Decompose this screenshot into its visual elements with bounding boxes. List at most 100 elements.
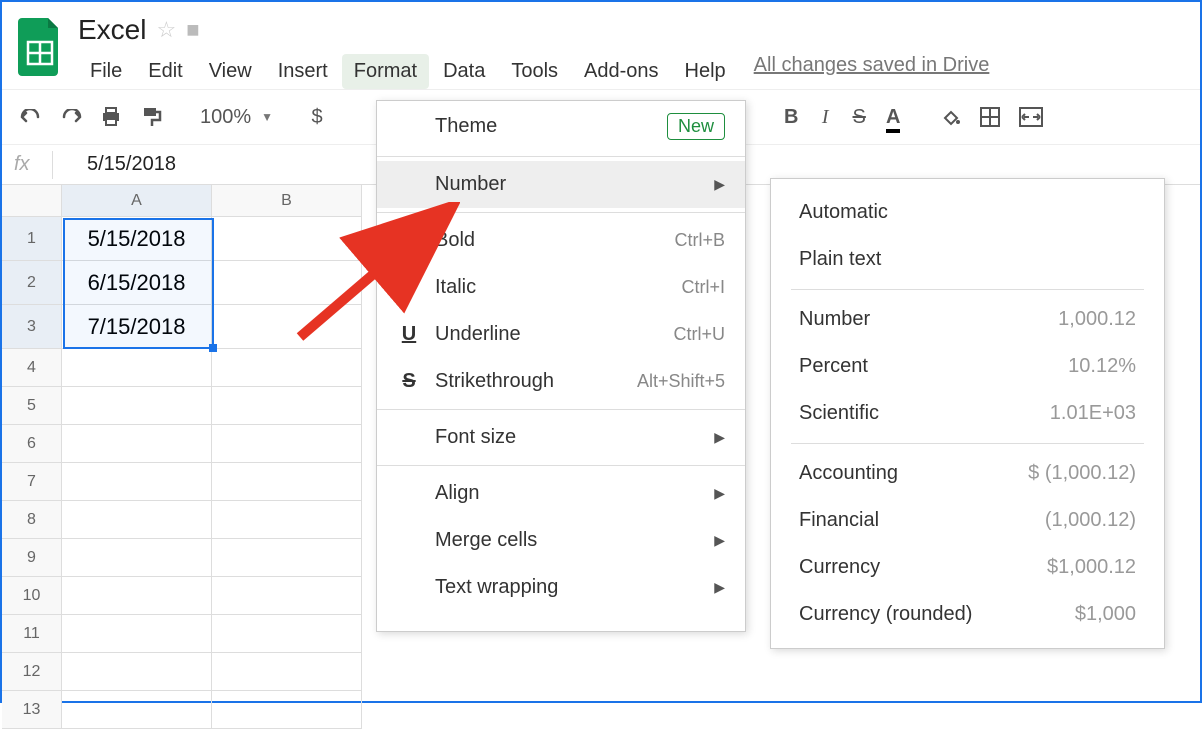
cell[interactable] <box>62 349 212 387</box>
menu-data[interactable]: Data <box>431 54 497 89</box>
format-italic[interactable]: I Italic Ctrl+I <box>377 264 745 311</box>
redo-button[interactable] <box>54 105 88 129</box>
format-wrap[interactable]: Text wrapping ▶ <box>377 564 745 611</box>
doc-title[interactable]: Excel <box>78 14 146 46</box>
italic-button[interactable]: I <box>811 102 839 133</box>
cell[interactable] <box>62 539 212 577</box>
example: 1.01E+03 <box>1050 402 1136 425</box>
example: $1,000 <box>1075 603 1136 626</box>
row-header[interactable]: 12 <box>2 653 62 691</box>
cell-a3[interactable]: 7/15/2018 <box>62 305 212 349</box>
number-label: Number <box>435 173 700 196</box>
row-header[interactable]: 1 <box>2 217 62 261</box>
row-header[interactable]: 8 <box>2 501 62 539</box>
cell[interactable] <box>212 387 362 425</box>
cell[interactable] <box>62 425 212 463</box>
number-percent[interactable]: Percent 10.12% <box>771 343 1164 390</box>
cell[interactable] <box>212 691 362 729</box>
folder-icon[interactable]: ■ <box>186 17 199 43</box>
cell[interactable] <box>212 349 362 387</box>
row-header[interactable]: 10 <box>2 577 62 615</box>
number-automatic[interactable]: Automatic <box>771 189 1164 236</box>
cell-b1[interactable] <box>212 217 362 261</box>
select-all-corner[interactable] <box>2 185 62 217</box>
saved-status[interactable]: All changes saved in Drive <box>754 54 990 89</box>
strike-button[interactable]: S <box>845 102 873 133</box>
cell-b3[interactable] <box>212 305 362 349</box>
borders-button[interactable] <box>973 102 1007 132</box>
format-underline[interactable]: U Underline Ctrl+U <box>377 311 745 358</box>
format-align[interactable]: Align ▶ <box>377 470 745 517</box>
cell[interactable] <box>212 501 362 539</box>
number-plaintext[interactable]: Plain text <box>771 236 1164 283</box>
row-header[interactable]: 6 <box>2 425 62 463</box>
format-fontsize[interactable]: Font size ▶ <box>377 414 745 461</box>
underline-label: Underline <box>435 323 659 346</box>
number-number[interactable]: Number 1,000.12 <box>771 296 1164 343</box>
cell-a2[interactable]: 6/15/2018 <box>62 261 212 305</box>
paint-format-button[interactable] <box>134 102 168 132</box>
chevron-down-icon: ▼ <box>261 110 273 124</box>
example: (1,000.12) <box>1045 509 1136 532</box>
format-number[interactable]: Number ▶ <box>377 161 745 208</box>
number-accounting[interactable]: Accounting $ (1,000.12) <box>771 450 1164 497</box>
star-icon[interactable]: ☆ <box>156 17 176 43</box>
cell[interactable] <box>62 615 212 653</box>
number-financial[interactable]: Financial (1,000.12) <box>771 497 1164 544</box>
row-header[interactable]: 3 <box>2 305 62 349</box>
sheets-logo[interactable] <box>14 16 66 78</box>
number-scientific[interactable]: Scientific 1.01E+03 <box>771 390 1164 437</box>
menu-edit[interactable]: Edit <box>136 54 194 89</box>
undo-button[interactable] <box>14 105 48 129</box>
format-strikethrough[interactable]: S Strikethrough Alt+Shift+5 <box>377 358 745 405</box>
format-theme[interactable]: Theme New <box>377 101 745 152</box>
number-currency-rounded[interactable]: Currency (rounded) $1,000 <box>771 591 1164 638</box>
menu-tools[interactable]: Tools <box>499 54 570 89</box>
cell[interactable] <box>62 463 212 501</box>
menubar: File Edit View Insert Format Data Tools … <box>78 46 989 89</box>
col-header-a[interactable]: A <box>62 185 212 217</box>
label: Percent <box>799 355 868 378</box>
format-merge[interactable]: Merge cells ▶ <box>377 517 745 564</box>
formula-input[interactable]: 5/15/2018 <box>87 153 176 176</box>
row-header[interactable]: 7 <box>2 463 62 501</box>
row-header[interactable]: 9 <box>2 539 62 577</box>
example: 10.12% <box>1068 355 1136 378</box>
number-currency[interactable]: Currency $1,000.12 <box>771 544 1164 591</box>
cell[interactable] <box>212 615 362 653</box>
cell[interactable] <box>62 577 212 615</box>
row-header[interactable]: 11 <box>2 615 62 653</box>
cell[interactable] <box>212 653 362 691</box>
cell-a1[interactable]: 5/15/2018 <box>62 217 212 261</box>
cell[interactable] <box>62 387 212 425</box>
format-bold[interactable]: B Bold Ctrl+B <box>377 217 745 264</box>
menu-view[interactable]: View <box>197 54 264 89</box>
label: Scientific <box>799 402 879 425</box>
cell[interactable] <box>212 539 362 577</box>
bold-button[interactable]: B <box>777 102 805 133</box>
cell[interactable] <box>62 501 212 539</box>
fill-color-button[interactable] <box>933 102 967 132</box>
row-header[interactable]: 4 <box>2 349 62 387</box>
cell[interactable] <box>212 425 362 463</box>
print-button[interactable] <box>94 103 128 131</box>
text-color-button[interactable]: A <box>879 102 907 133</box>
col-header-b[interactable]: B <box>212 185 362 217</box>
row-header[interactable]: 13 <box>2 691 62 729</box>
row-header[interactable]: 2 <box>2 261 62 305</box>
menu-insert[interactable]: Insert <box>266 54 340 89</box>
merge-button[interactable] <box>1013 103 1049 131</box>
cell-b2[interactable] <box>212 261 362 305</box>
currency-format-button[interactable]: $ <box>303 102 331 133</box>
menu-file[interactable]: File <box>78 54 134 89</box>
cell[interactable] <box>212 463 362 501</box>
row-header[interactable]: 5 <box>2 387 62 425</box>
cell[interactable] <box>212 577 362 615</box>
fx-divider <box>52 151 53 179</box>
menu-help[interactable]: Help <box>673 54 738 89</box>
cell[interactable] <box>62 691 212 729</box>
menu-addons[interactable]: Add-ons <box>572 54 671 89</box>
zoom-selector[interactable]: 100% ▼ <box>192 102 281 133</box>
menu-format[interactable]: Format <box>342 54 429 89</box>
cell[interactable] <box>62 653 212 691</box>
